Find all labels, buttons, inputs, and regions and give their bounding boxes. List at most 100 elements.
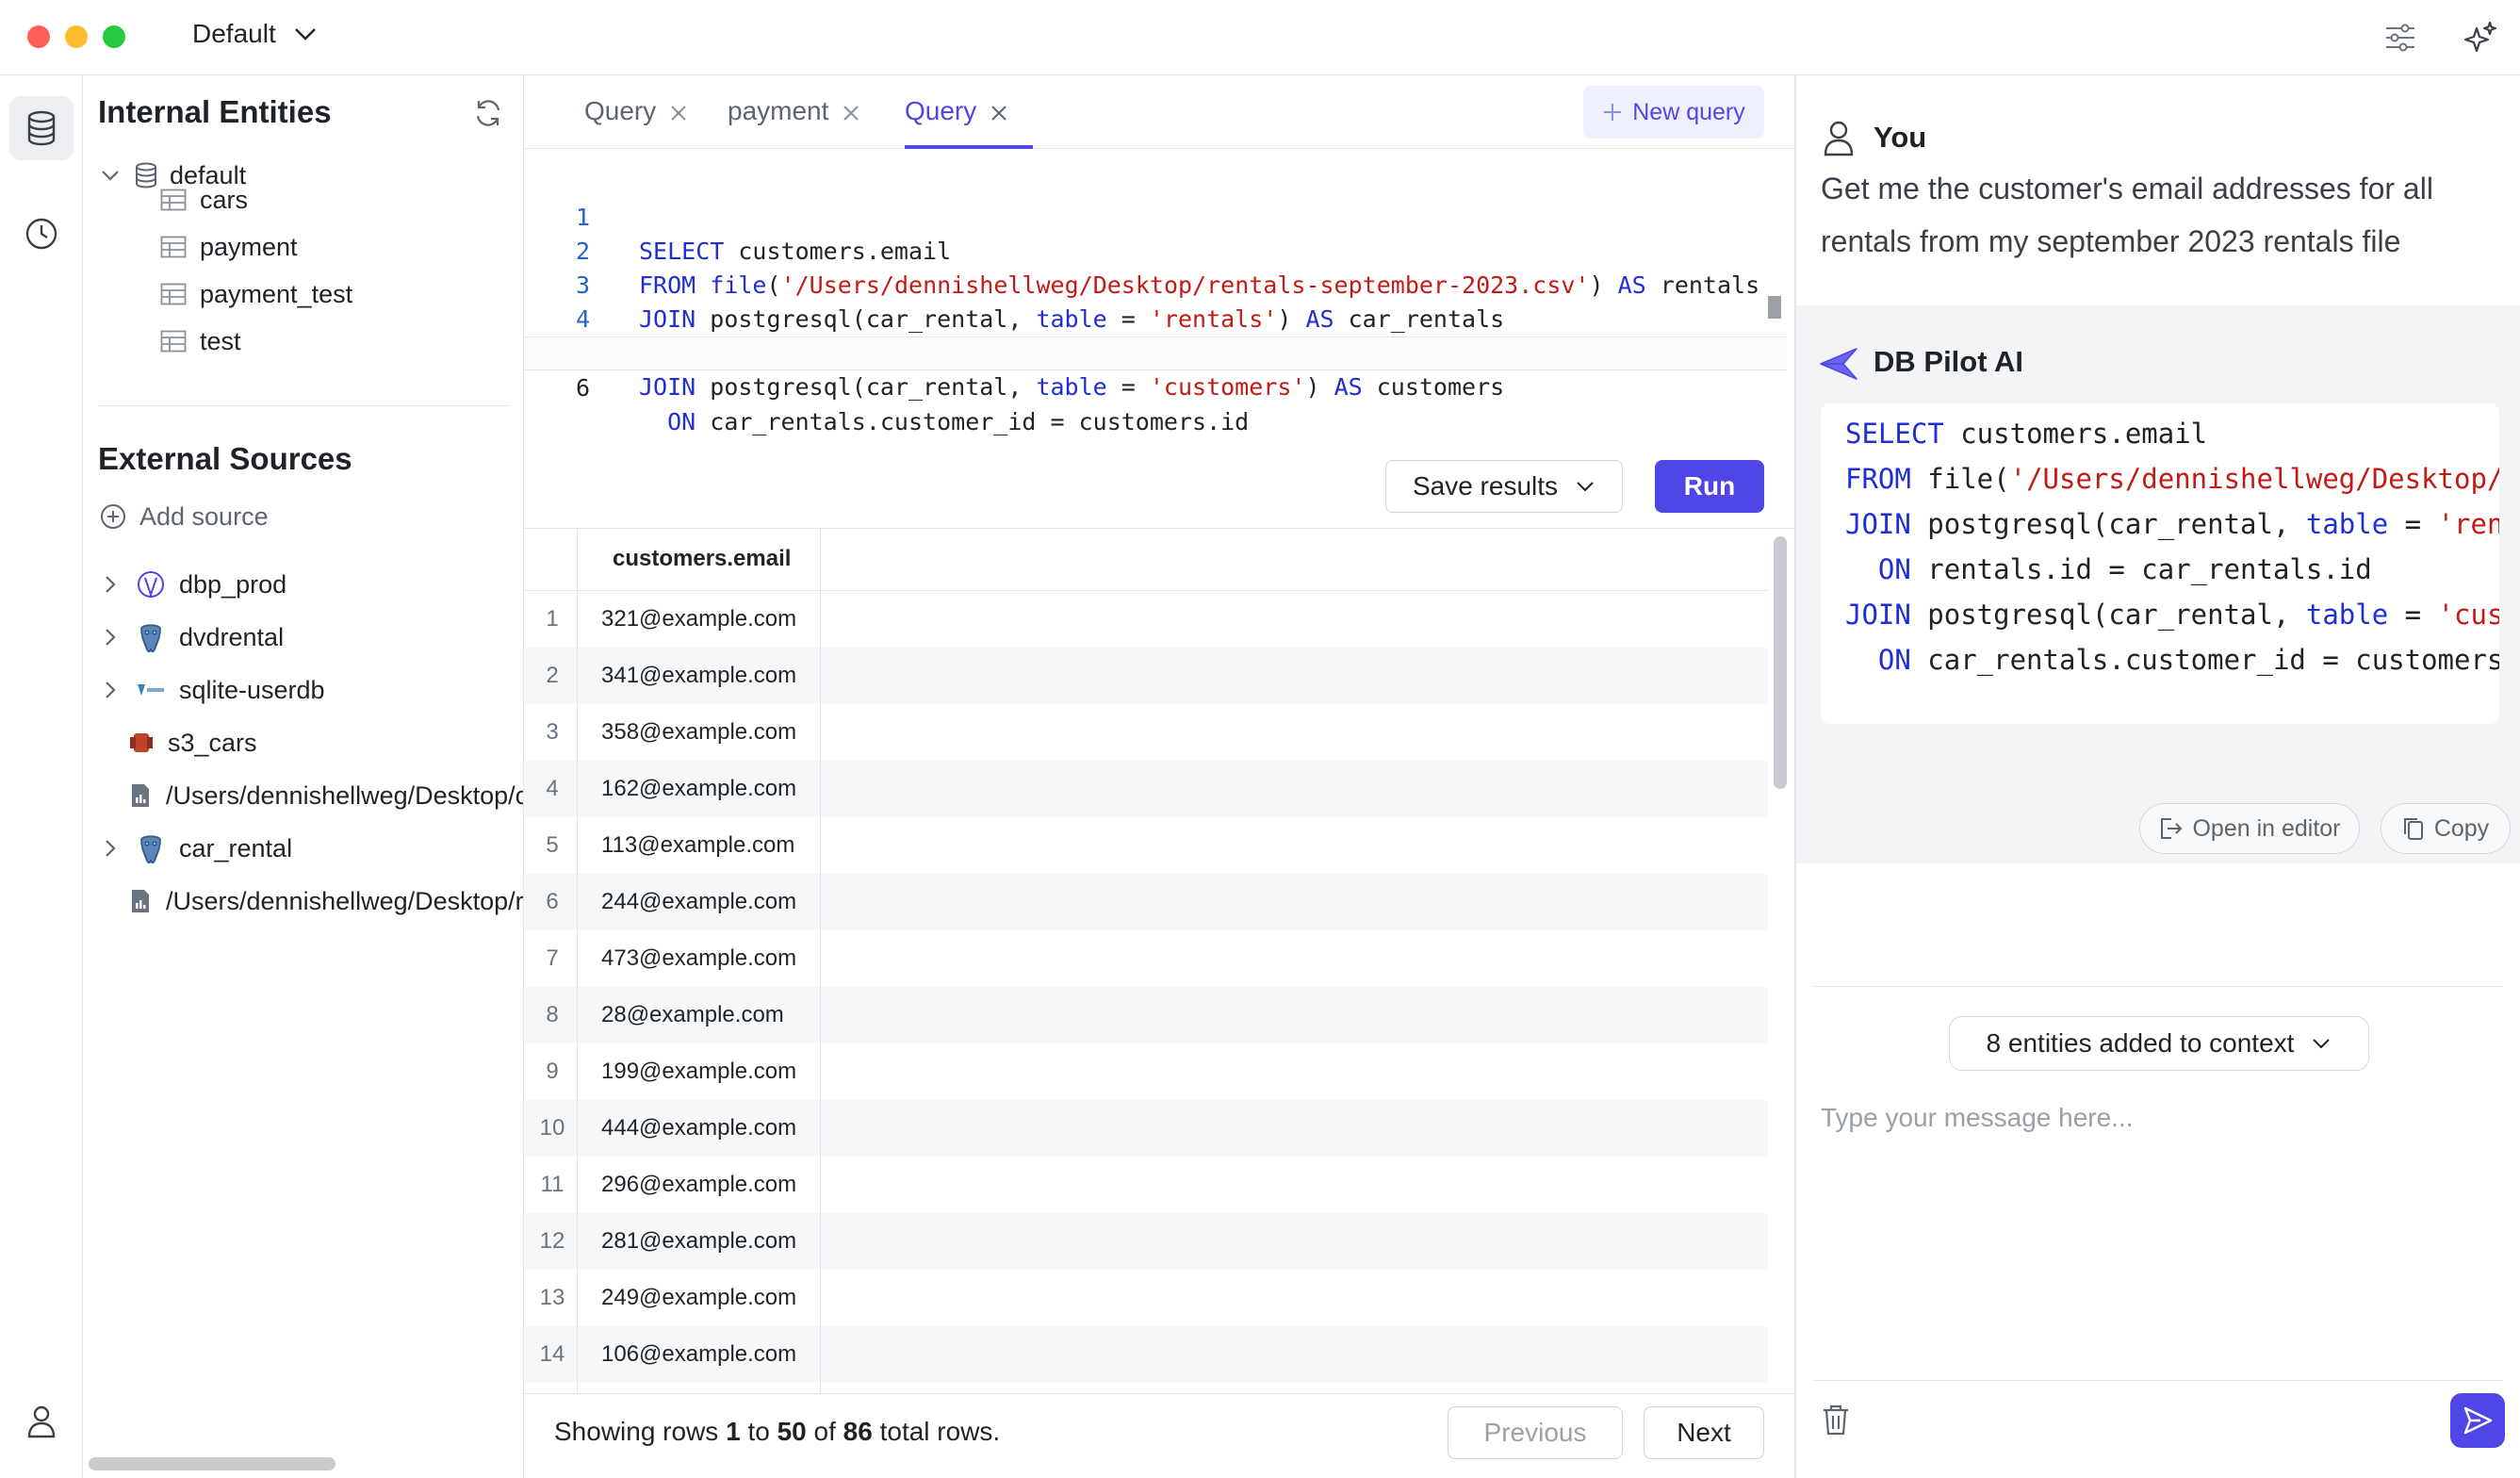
table-item[interactable]: cars: [160, 179, 248, 221]
add-source-label: Add source: [139, 501, 269, 531]
close-icon[interactable]: [990, 104, 1008, 123]
email-cell[interactable]: 358@example.com: [601, 704, 796, 761]
table-row[interactable]: 7 473@example.com: [524, 930, 1768, 987]
column-divider[interactable]: [820, 529, 821, 1393]
ai-code-line: SELECT customers.email: [1845, 418, 2208, 450]
table-item[interactable]: test: [160, 320, 241, 362]
email-cell[interactable]: 106@example.com: [601, 1326, 796, 1383]
source-item-sqlite-userdb[interactable]: sqlite-userdb: [100, 669, 325, 711]
trash-icon[interactable]: [1821, 1403, 1851, 1441]
database-view-button[interactable]: [9, 96, 74, 160]
table-row[interactable]: 2 341@example.com: [524, 648, 1768, 704]
table-row[interactable]: 10 444@example.com: [524, 1100, 1768, 1157]
database-icon: [136, 162, 156, 189]
sidebar-divider: [98, 405, 509, 406]
email-cell[interactable]: 281@example.com: [601, 1213, 796, 1270]
table-row[interactable]: 5 113@example.com: [524, 817, 1768, 874]
close-window-button[interactable]: [27, 25, 50, 48]
entities-sidebar: Internal Entities default cars payment p…: [83, 75, 524, 1478]
email-cell[interactable]: 28@example.com: [601, 987, 784, 1043]
maximize-window-button[interactable]: [103, 25, 125, 48]
tab-query-2[interactable]: Query: [905, 96, 1033, 149]
table-row[interactable]: 4 162@example.com: [524, 761, 1768, 817]
code-text: ON car_rentals.customer_id = customers.i…: [667, 408, 1250, 435]
table-label: cars: [200, 185, 249, 214]
ai-name: DB Pilot AI: [1874, 345, 2024, 378]
history-button[interactable]: [9, 202, 74, 266]
context-entities-dropdown[interactable]: 8 entities added to context: [1949, 1016, 2369, 1071]
source-item-dvdrental[interactable]: dvdrental: [100, 616, 284, 658]
table-row[interactable]: 11 296@example.com: [524, 1157, 1768, 1213]
email-cell[interactable]: 249@example.com: [601, 1270, 796, 1326]
results-vertical-scrollbar[interactable]: [1774, 536, 1787, 789]
email-cell[interactable]: 113@example.com: [601, 817, 794, 874]
source-label: sqlite-userdb: [179, 675, 325, 704]
source-label: dvdrental: [179, 622, 285, 651]
copy-button[interactable]: Copy: [2381, 803, 2511, 854]
email-cell[interactable]: 244@example.com: [601, 874, 796, 930]
row-number: 13: [539, 1285, 565, 1310]
open-in-editor-button[interactable]: Open in editor: [2139, 803, 2360, 854]
sidebar-horizontal-scrollbar[interactable]: [89, 1457, 335, 1470]
source-item-s3-cars[interactable]: s3_cars: [128, 722, 257, 764]
account-button[interactable]: [9, 1389, 74, 1453]
table-row[interactable]: 9 199@example.com: [524, 1043, 1768, 1100]
save-results-button[interactable]: Save results: [1385, 460, 1623, 513]
code-line: 5 JOIN postgresql(car_rental, table = 'c…: [524, 303, 1787, 401]
email-cell[interactable]: 341@example.com: [601, 648, 796, 704]
add-source-button[interactable]: Add source: [100, 496, 269, 537]
close-icon[interactable]: [842, 104, 860, 123]
table-row[interactable]: 13 249@example.com: [524, 1270, 1768, 1326]
ai-sparkle-icon[interactable]: [2462, 19, 2499, 57]
table-row[interactable]: 6 244@example.com: [524, 874, 1768, 930]
csv-file-icon: [132, 890, 149, 912]
input-divider: [1813, 1380, 2503, 1381]
tab-label: Query: [584, 96, 657, 125]
postgres-icon: [140, 835, 161, 864]
source-item-dbp-prod[interactable]: dbp_prod: [100, 564, 286, 605]
context-divider: [1813, 986, 2503, 987]
query-tabs: Query payment Query New query: [524, 75, 1794, 149]
next-page-button[interactable]: Next: [1644, 1406, 1764, 1459]
previous-page-button[interactable]: Previous: [1448, 1406, 1623, 1459]
row-number: 11: [540, 1172, 565, 1197]
save-results-label: Save results: [1412, 471, 1559, 501]
sql-editor[interactable]: 1 SELECT customers.email 2 FROM file('/U…: [524, 150, 1794, 508]
workspace-selector[interactable]: Default: [192, 19, 318, 49]
settings-sliders-icon[interactable]: [2381, 19, 2419, 57]
email-cell[interactable]: 444@example.com: [601, 1100, 796, 1157]
email-cell[interactable]: 296@example.com: [601, 1157, 796, 1213]
table-row[interactable]: 14 106@example.com: [524, 1326, 1768, 1383]
close-icon[interactable]: [669, 104, 688, 123]
email-cell[interactable]: 162@example.com: [601, 761, 796, 817]
table-label: test: [200, 326, 241, 355]
source-item-csv-file[interactable]: /Users/dennishellweg/Desktop/c: [128, 775, 523, 816]
table-item[interactable]: payment_test: [160, 273, 352, 315]
copy-icon: [2403, 818, 2423, 840]
column-header[interactable]: customers.email: [613, 546, 791, 572]
source-item-csv-file[interactable]: /Users/dennishellweg/Desktop/r: [128, 880, 523, 922]
postgres-icon: [140, 624, 161, 653]
table-row[interactable]: 1 321@example.com: [524, 591, 1768, 648]
refresh-icon[interactable]: [471, 96, 505, 130]
external-sources-title: External Sources: [98, 441, 352, 476]
table-row[interactable]: 12 281@example.com: [524, 1213, 1768, 1270]
tab-query-1[interactable]: Query: [584, 96, 688, 149]
minimize-window-button[interactable]: [65, 25, 88, 48]
source-item-car-rental[interactable]: car_rental: [100, 828, 292, 869]
table-row[interactable]: 3 358@example.com: [524, 704, 1768, 761]
line-number: 6: [575, 374, 590, 402]
run-button[interactable]: Run: [1655, 460, 1764, 513]
email-cell[interactable]: 199@example.com: [601, 1043, 796, 1100]
editor-scrollbar[interactable]: [1768, 296, 1781, 319]
email-cell[interactable]: 321@example.com: [601, 591, 796, 648]
new-query-button[interactable]: New query: [1583, 86, 1764, 139]
table-row[interactable]: 8 28@example.com: [524, 987, 1768, 1043]
table-item[interactable]: payment: [160, 226, 298, 268]
send-button[interactable]: [2450, 1393, 2505, 1448]
tab-payment[interactable]: payment: [728, 96, 860, 149]
copy-label: Copy: [2433, 814, 2490, 842]
chat-message-input[interactable]: [1821, 1103, 2499, 1442]
source-label: s3_cars: [168, 728, 257, 757]
email-cell[interactable]: 473@example.com: [601, 930, 796, 987]
